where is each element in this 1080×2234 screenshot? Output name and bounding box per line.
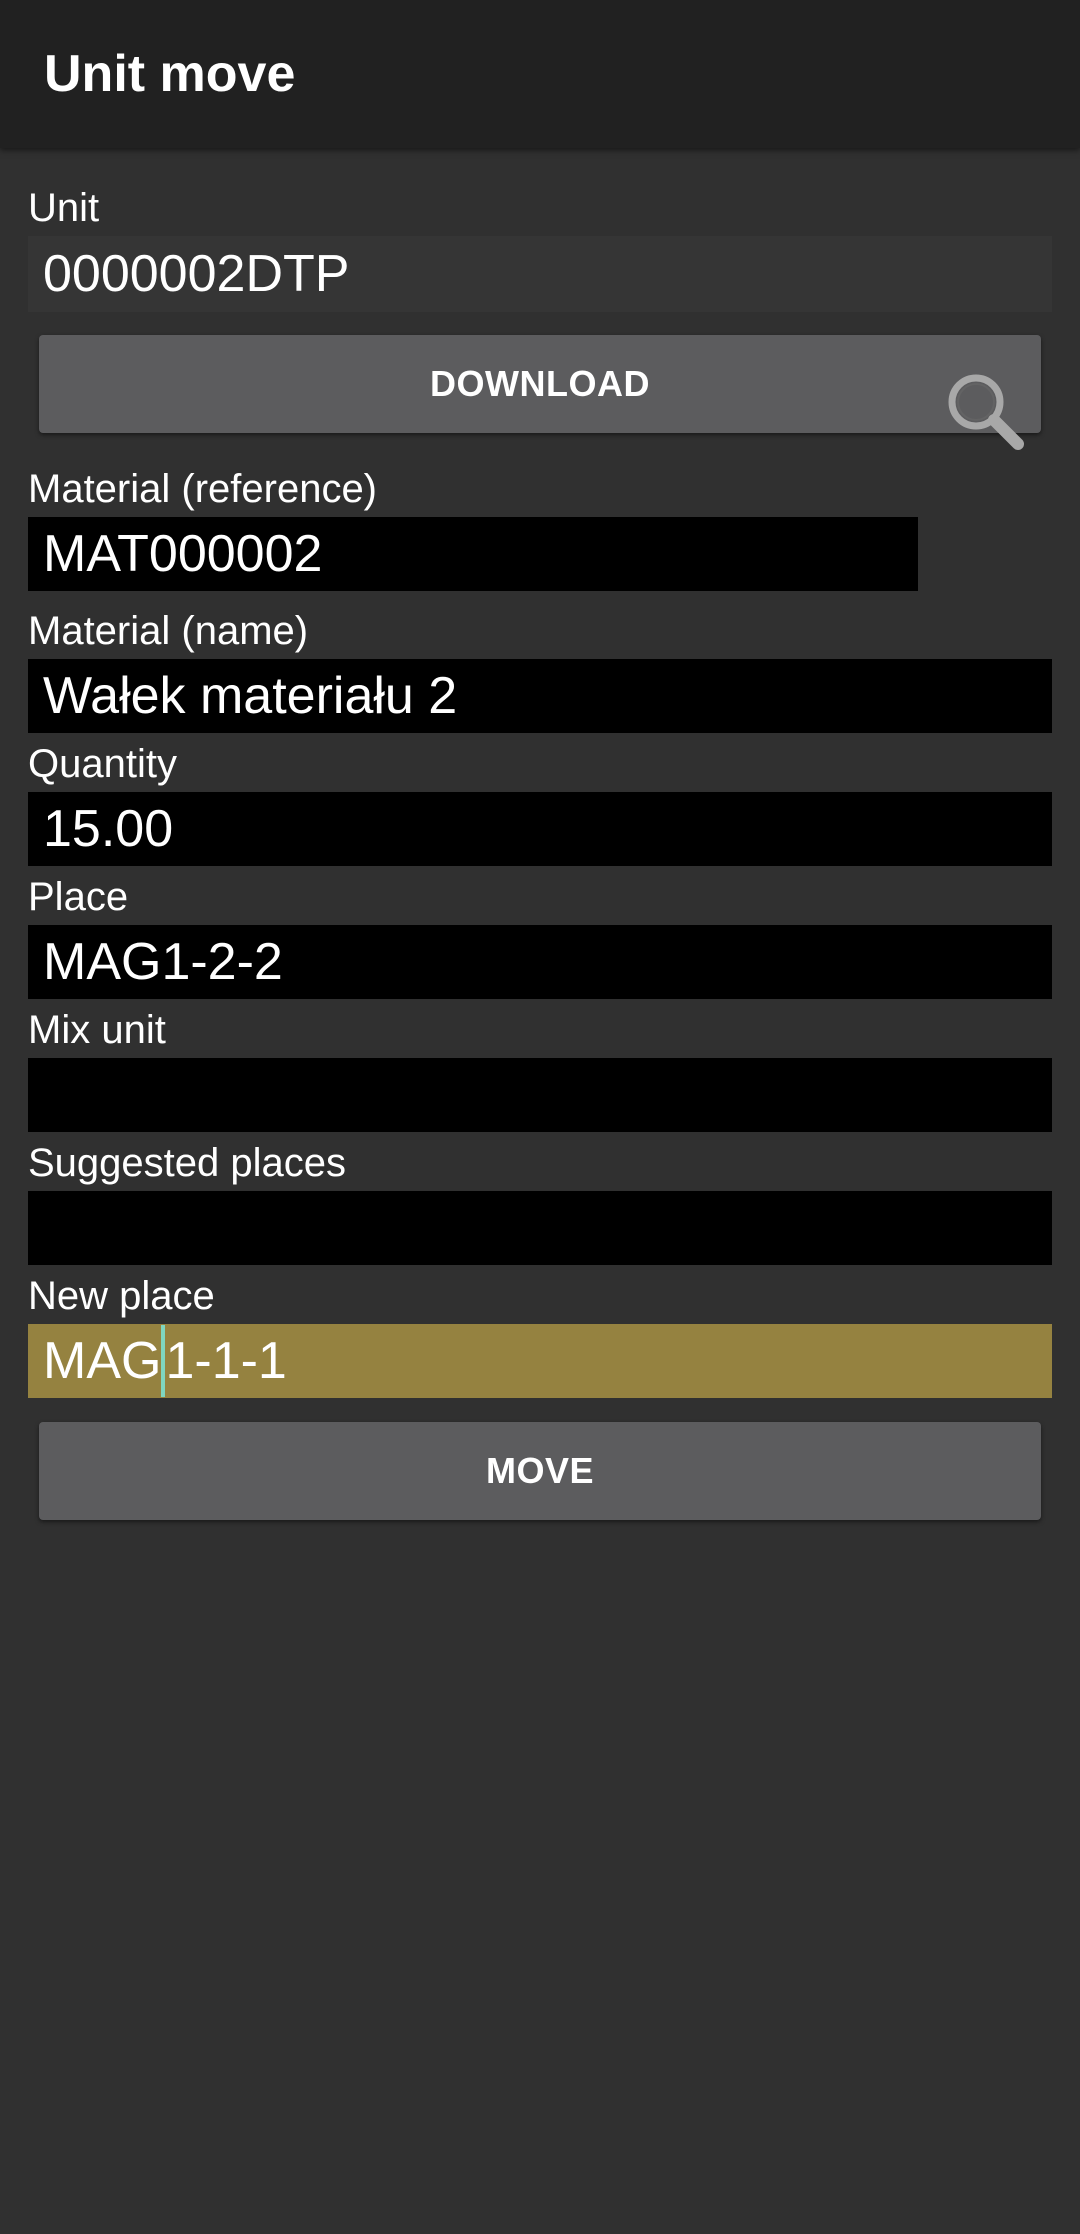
app-bar: Unit move (0, 0, 1080, 148)
new-place-label: New place (28, 1274, 215, 1318)
download-button[interactable]: DOWNLOAD (39, 335, 1041, 433)
mix-unit-field[interactable] (28, 1058, 1052, 1132)
suggested-places-label: Suggested places (28, 1141, 347, 1185)
material-reference-label: Material (reference) (28, 467, 378, 511)
quantity-label: Quantity (28, 742, 177, 786)
move-button[interactable]: MOVE (39, 1422, 1041, 1520)
search-button[interactable] (940, 366, 1030, 456)
unit-label: Unit (28, 186, 100, 230)
search-icon (948, 374, 1024, 450)
suggested-places-field[interactable] (28, 1191, 1052, 1265)
new-place-field[interactable]: MAG1-1-1 (28, 1324, 1052, 1398)
material-name-field[interactable]: Wałek materiału 2 (28, 659, 1052, 733)
material-name-label: Material (name) (28, 609, 309, 653)
quantity-field[interactable]: 15.00 (28, 792, 1052, 866)
page-title: Unit move (44, 45, 296, 103)
material-reference-field[interactable]: MAT000002 (28, 517, 918, 591)
new-place-text-after-cursor: 1-1-1 (165, 1332, 287, 1390)
place-label: Place (28, 875, 129, 919)
mix-unit-label: Mix unit (28, 1008, 166, 1052)
unit-field[interactable]: 0000002DTP (28, 236, 1052, 312)
new-place-text-before-cursor: MAG (43, 1332, 162, 1390)
place-field[interactable]: MAG1-2-2 (28, 925, 1052, 999)
